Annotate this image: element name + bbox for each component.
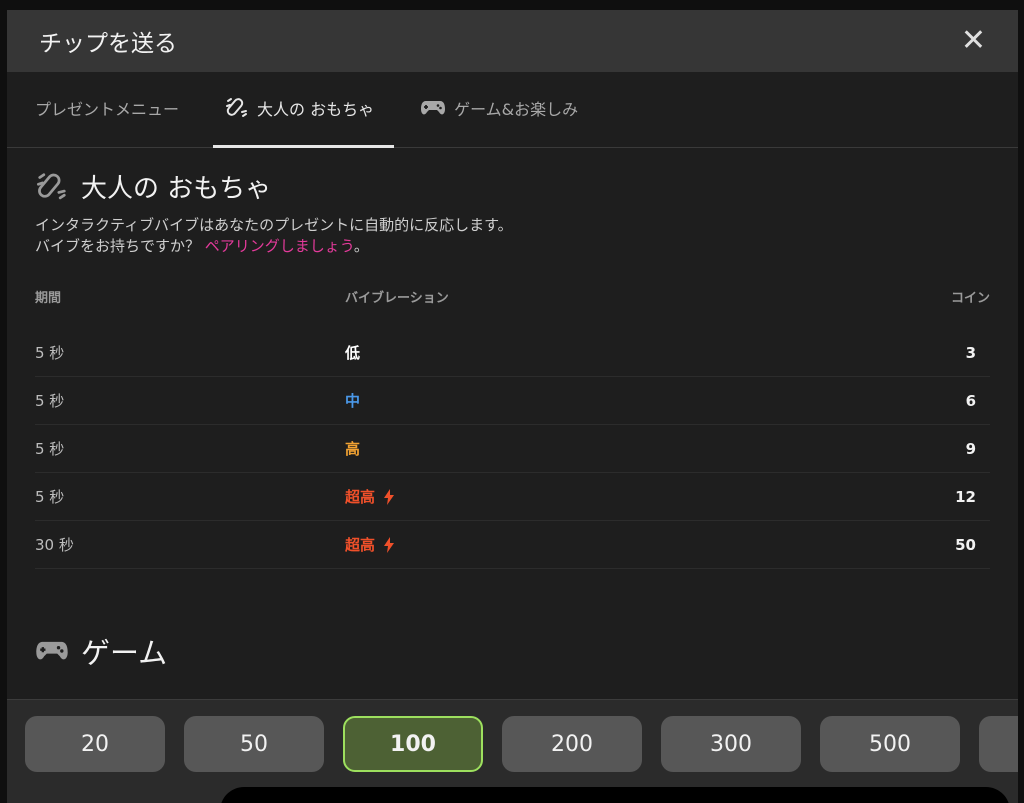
- pairing-link[interactable]: ペアリングしましょう: [205, 237, 354, 255]
- tab-label: プレゼントメニュー: [35, 99, 180, 119]
- amount-button-500[interactable]: 500: [820, 716, 960, 772]
- row-level: 中: [345, 390, 870, 411]
- table-row[interactable]: 5 秒 低 3: [35, 329, 990, 377]
- table-row[interactable]: 5 秒 中 6: [35, 377, 990, 425]
- row-level: 超高: [345, 486, 870, 507]
- level-text: 高: [345, 440, 361, 458]
- level-text: 中: [345, 392, 361, 410]
- row-level: 低: [345, 342, 870, 363]
- games-title: ゲーム: [81, 636, 168, 670]
- tab-games-fun[interactable]: ゲーム&お楽しみ: [420, 72, 596, 147]
- tab-label: ゲーム&お楽しみ: [454, 99, 579, 119]
- tab-bar: プレゼントメニュー 大人の おもちゃ ゲーム&お楽しみ: [7, 72, 1018, 148]
- close-icon[interactable]: ✕: [961, 26, 986, 56]
- row-coins: 9: [965, 439, 976, 458]
- table-row[interactable]: 5 秒 高 9: [35, 425, 990, 473]
- description-line: バイブをお持ちですか？ ペアリングしましょう。: [35, 236, 990, 257]
- row-duration: 30 秒: [35, 536, 74, 554]
- header-duration: 期間: [35, 290, 62, 306]
- tip-modal: チップを送る ✕ プレゼントメニュー 大人の おもちゃ ゲーム&お楽しみ 大人の…: [7, 10, 1018, 803]
- amount-button-200[interactable]: 200: [502, 716, 642, 772]
- send-panel: [220, 787, 1010, 803]
- row-coins: 3: [965, 343, 976, 362]
- table-body: 5 秒 低 3 5 秒 中 6 5 秒 高 9 5 秒 超高 12 30 秒 超…: [35, 329, 990, 569]
- section-heading: 大人の おもちゃ: [35, 168, 990, 205]
- amount-button-more[interactable]: [979, 716, 1018, 772]
- modal-title: チップを送る: [39, 31, 177, 57]
- description-text: バイブをお持ちですか？: [35, 237, 205, 255]
- amount-button-100[interactable]: 100: [343, 716, 483, 772]
- row-level: 超高: [345, 534, 870, 555]
- table-row[interactable]: 5 秒 超高 12: [35, 473, 990, 521]
- row-level: 高: [345, 438, 870, 459]
- row-coins: 12: [955, 487, 976, 506]
- row-duration: 5 秒: [35, 440, 65, 458]
- section-title: 大人の おもちゃ: [81, 174, 272, 204]
- tab-adult-toys[interactable]: 大人の おもちゃ: [213, 72, 395, 148]
- toys-section: 大人の おもちゃ インタラクティブバイブはあなたのプレゼントに自動的に反応します…: [7, 168, 1018, 569]
- row-duration: 5 秒: [35, 344, 65, 362]
- description-line: インタラクティブバイブはあなたのプレゼントに自動的に反応します。: [35, 216, 513, 234]
- tip-amount-bar: 20 50 100 200 300 500: [7, 699, 1018, 803]
- tab-present-menu[interactable]: プレゼントメニュー: [35, 72, 197, 147]
- vibrator-icon: [36, 172, 66, 199]
- lightning-icon: [384, 488, 395, 505]
- table-row[interactable]: 30 秒 超高 50: [35, 521, 990, 569]
- vibrator-icon: [226, 97, 248, 117]
- level-text: 超高: [345, 488, 376, 506]
- row-coins: 6: [965, 391, 976, 410]
- section-description: インタラクティブバイブはあなたのプレゼントに自動的に反応します。 バイブをお持ち…: [35, 215, 990, 257]
- row-duration: 5 秒: [35, 488, 65, 506]
- tab-label: 大人の おもちゃ: [257, 99, 375, 119]
- row-duration: 5 秒: [35, 392, 65, 410]
- gamepad-icon: [36, 641, 68, 660]
- gamepad-icon: [421, 100, 446, 114]
- level-text: 超高: [345, 536, 376, 554]
- amount-button-300[interactable]: 300: [661, 716, 801, 772]
- header-vibration: バイブレーション: [345, 290, 449, 306]
- games-heading: ゲーム: [35, 630, 167, 672]
- header-coins: コイン: [950, 290, 990, 306]
- row-coins: 50: [955, 535, 976, 554]
- amount-button-50[interactable]: 50: [184, 716, 324, 772]
- lightning-icon: [384, 536, 395, 553]
- level-text: 低: [345, 344, 361, 362]
- modal-header: チップを送る ✕: [7, 10, 1018, 72]
- amount-button-20[interactable]: 20: [25, 716, 165, 772]
- table-header: 期間 バイブレーション コイン: [35, 281, 990, 311]
- vibration-table: 期間 バイブレーション コイン 5 秒 低 3 5 秒 中 6 5 秒 高 9 …: [35, 281, 990, 569]
- description-end: 。: [353, 237, 369, 255]
